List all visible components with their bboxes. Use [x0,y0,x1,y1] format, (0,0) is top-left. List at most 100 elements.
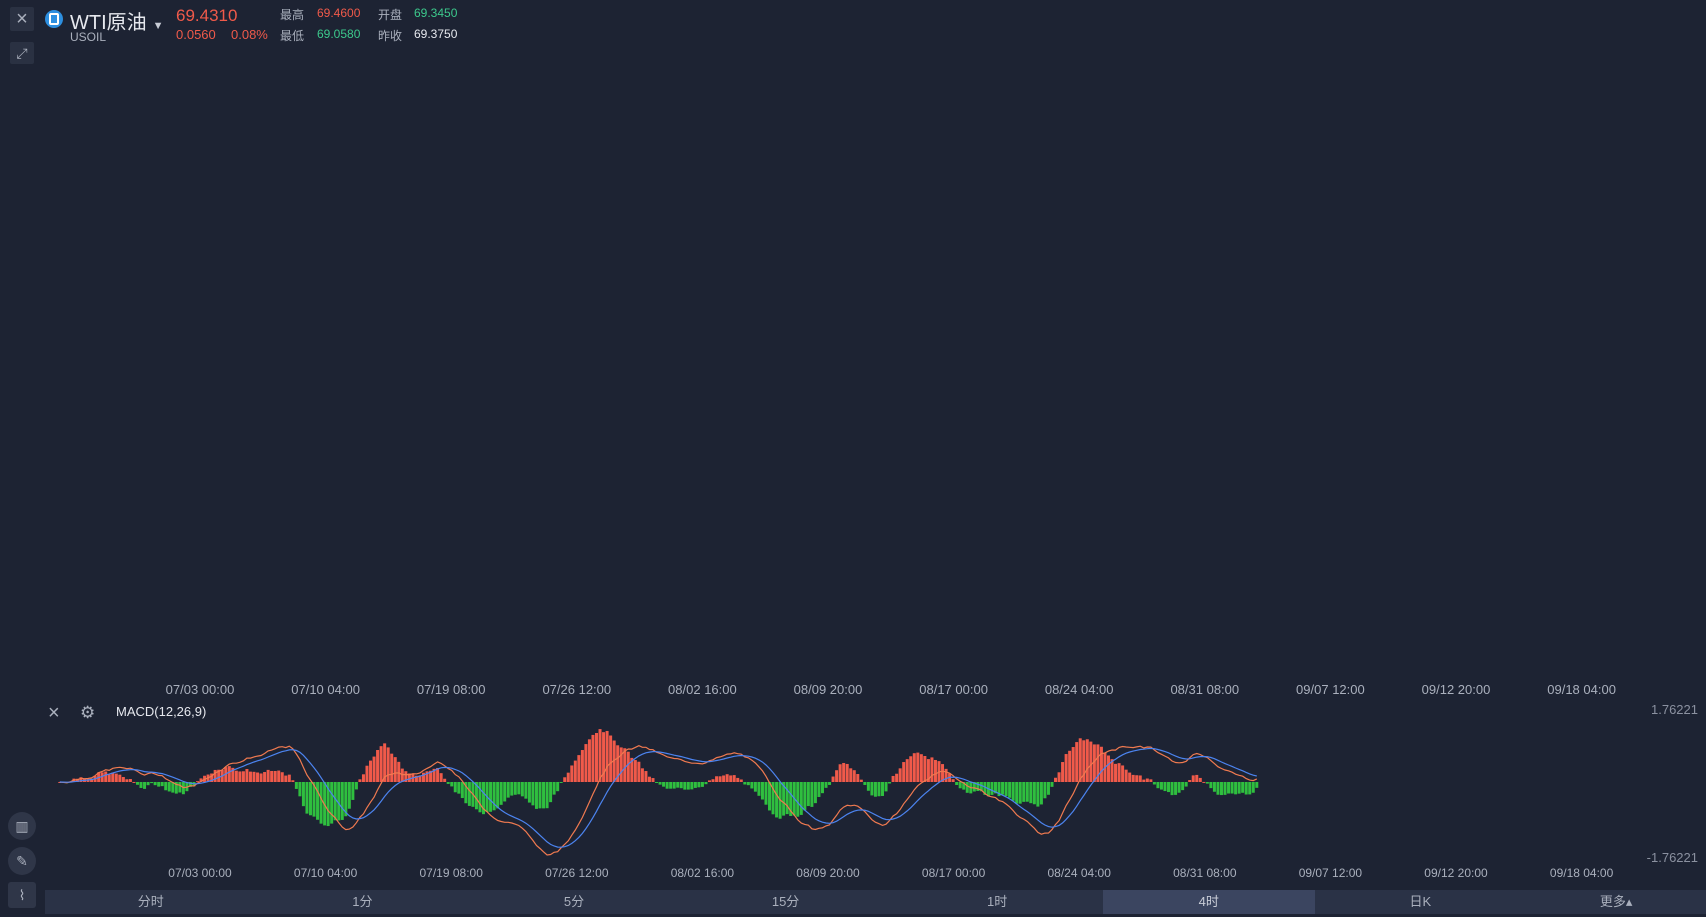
macd-histogram-bar [552,782,556,795]
macd-histogram-bar [347,782,351,809]
tab-more[interactable]: 更多▴ [1526,890,1706,914]
tab-15min[interactable]: 15分 [680,890,892,914]
macd-histogram-bar [1248,782,1252,795]
tab-4hour[interactable]: 4时 [1102,890,1315,914]
macd-histogram-bar [1170,782,1174,796]
macd-histogram-bar [365,765,369,782]
macd-histogram-bar [693,782,697,788]
macd-histogram-bar [598,729,602,782]
macd-histogram-bar [1255,782,1259,788]
tab-5min[interactable]: 5分 [468,890,680,914]
x-tick-label: 07/03 00:00 [166,682,235,697]
macd-histogram-bar [393,757,397,782]
macd-histogram-bar [354,782,358,790]
indicator-icon[interactable]: ⌇ [8,882,36,908]
macd-histogram-bar [1163,782,1167,792]
macd-histogram-bar [958,782,962,789]
pencil-icon[interactable]: ✎ [8,847,36,875]
tab-daily[interactable]: 日K [1315,890,1527,914]
macd-histogram-bar [234,770,238,782]
macd-histogram-bar [1121,765,1125,782]
macd-histogram-bar [499,782,503,805]
macd-histogram-bar [570,765,574,782]
x-tick-label: 07/26 12:00 [542,682,611,697]
macd-histogram-bar [556,782,560,792]
macd-histogram-bar [842,762,846,782]
last-price: 69.4310 [176,6,238,25]
macd-histogram-bar [605,730,609,782]
macd-histogram-bar [439,773,443,782]
high-label: 最高 [280,8,305,22]
open-value: 69.3450 [414,6,458,20]
macd-histogram-bar [725,774,729,782]
tab-1min[interactable]: 1分 [257,890,469,914]
macd-x-tick-label: 09/07 12:00 [1299,866,1363,880]
macd-histogram-bar [524,782,528,799]
macd-histogram-bar [369,760,373,782]
macd-histogram-bar [549,782,553,803]
macd-histogram-bar [1216,782,1220,795]
chart-area[interactable]: 76.954061.760069.431079.349374.804070.25… [0,0,1706,917]
macd-histogram-bar [895,773,899,782]
macd-histogram-bar [104,771,108,782]
macd-histogram-bar [919,754,923,782]
macd-histogram-bar [1022,782,1026,802]
macd-histogram-bar [517,782,521,795]
macd-histogram-bar [746,782,750,786]
macd-histogram-bar [877,782,881,797]
close-icon[interactable]: × [10,7,34,31]
macd-histogram-bar [743,782,747,785]
macd-histogram-bar [944,768,948,782]
macd-histogram-bar [1015,782,1019,804]
macd-histogram-bar [178,782,182,793]
macd-histogram-bar [114,773,118,782]
macd-histogram-bar [256,772,260,782]
macd-histogram-bar [1043,782,1047,799]
macd-histogram-bar [722,775,726,782]
macd-histogram-bar [457,782,461,794]
chevron-down-icon[interactable]: ▼ [153,20,164,32]
macd-histogram-bar [866,782,870,791]
macd-histogram-bar [153,782,157,786]
candlestick-tool-icon[interactable]: ▥ [8,812,36,840]
macd-histogram-bar [655,782,659,783]
tab-timeshare[interactable]: 分时 [45,890,257,914]
macd-histogram-bar [450,782,454,787]
macd-x-tick-label: 07/26 12:00 [545,866,609,880]
macd-histogram-bar [1039,782,1043,805]
macd-histogram-bar [700,782,704,787]
close-indicator-icon[interactable]: × [48,702,60,725]
macd-histogram-bar [1131,774,1135,782]
macd-histogram-bar [902,762,906,782]
macd-x-tick-label: 07/03 00:00 [168,866,232,880]
tab-1hour[interactable]: 1时 [891,890,1103,914]
macd-histogram-bar [1234,782,1238,795]
macd-histogram-bar [750,782,754,789]
macd-histogram-bar [121,777,125,782]
macd-histogram-bar [828,782,832,785]
macd-histogram-bar [330,782,334,824]
macd-histogram-bar [157,782,161,787]
macd-histogram-bar [810,782,814,807]
macd-histogram-bar [510,782,514,796]
macd-histogram-bar [1159,782,1163,790]
macd-histogram-bar [467,782,471,806]
macd-y-tick-label: 1.76221 [1651,702,1698,717]
macd-histogram-bar [707,780,711,782]
macd-histogram-bar [697,782,701,788]
macd-x-tick-label: 09/18 04:00 [1550,866,1614,880]
macd-histogram-bar [884,782,888,792]
x-tick-label: 09/18 04:00 [1547,682,1616,697]
macd-histogram-bar [527,782,531,803]
gear-icon[interactable]: ⚙ [80,703,95,723]
macd-histogram-bar [651,778,655,782]
macd-label: MACD(12,26,9) [116,704,207,719]
macd-histogram-bar [1068,750,1072,782]
macd-histogram-bar [400,768,404,782]
macd-histogram-bar [768,782,772,811]
macd-histogram-bar [955,782,959,786]
macd-histogram-bar [898,768,902,782]
x-tick-label: 09/12 20:00 [1422,682,1491,697]
expand-icon[interactable]: ⤢ [10,42,34,64]
macd-histogram-bar [647,776,651,782]
